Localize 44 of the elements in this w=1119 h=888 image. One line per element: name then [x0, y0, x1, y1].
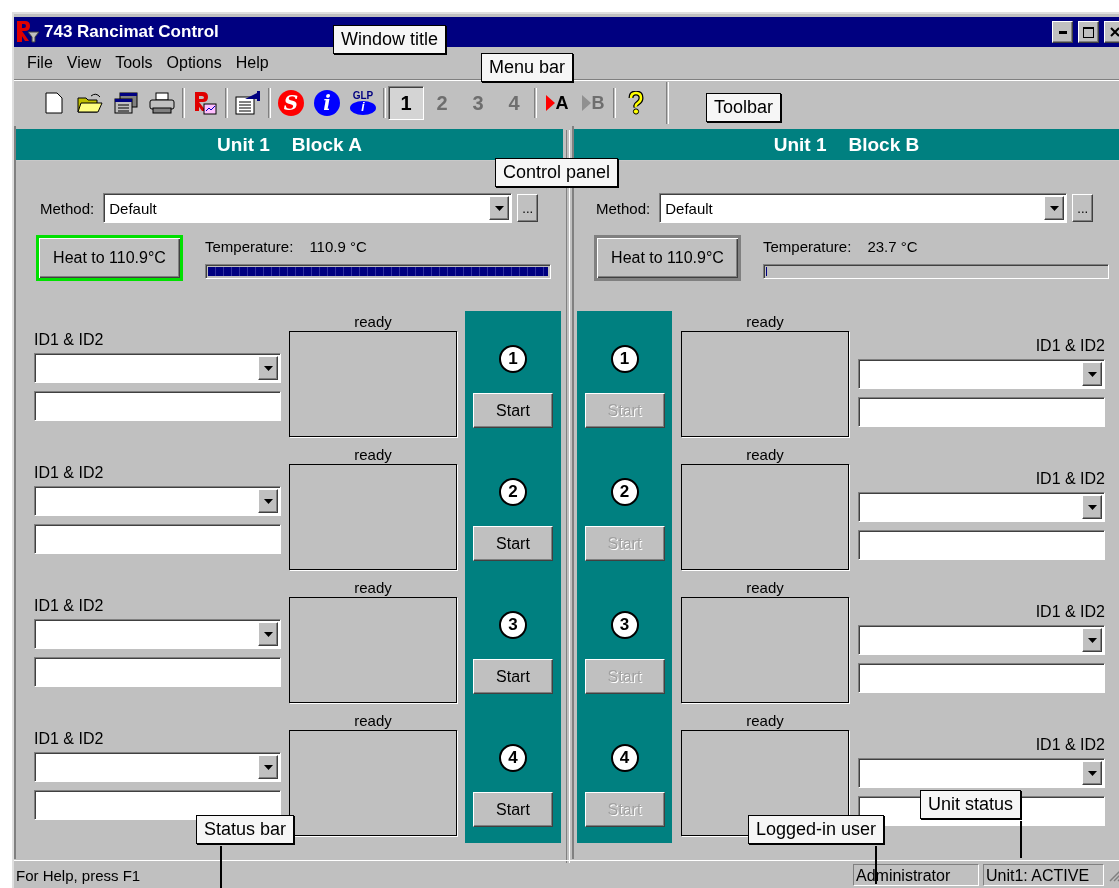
position-number: 2: [499, 478, 527, 506]
id-label: ID1 & ID2: [1035, 603, 1105, 622]
id-label: ID1 & ID2: [34, 730, 104, 749]
position-number: 3: [499, 611, 527, 639]
callout-tooltip: Unit status: [920, 790, 1022, 819]
position-number: 3: [610, 611, 639, 639]
position-number: 1: [610, 345, 639, 373]
id-label: ID1 & ID2: [34, 464, 104, 483]
block-label: Block A: [291, 133, 362, 156]
temperature-label: Temperature:: [205, 238, 294, 257]
callout-tooltip: Logged-in user: [748, 815, 885, 844]
temperature-value: 110.9 °C: [309, 238, 367, 257]
id-label: ID1 & ID2: [34, 597, 104, 616]
unit-label: Unit 1: [773, 133, 827, 156]
position-status: ready: [746, 313, 784, 331]
position-number: 4: [610, 744, 639, 772]
window-title: 743 Rancimat Control: [44, 22, 219, 42]
block-label: Block B: [848, 133, 920, 156]
unit-status-pane: Unit1: ACTIVE: [983, 864, 1104, 886]
temperature-label: Temperature:: [763, 238, 852, 257]
unit-label: Unit 1: [217, 133, 270, 156]
callout-tooltip: Toolbar: [706, 93, 782, 122]
method-label: Method:: [40, 199, 95, 217]
method-label: Method:: [596, 199, 651, 217]
position-status: ready: [354, 579, 392, 597]
callout-tooltip: Status bar: [196, 815, 295, 844]
status-help-text: For Help, press F1: [15, 866, 142, 884]
position-number: 1: [499, 345, 527, 373]
position-status: ready: [354, 712, 392, 730]
position-status: ready: [354, 313, 392, 331]
id-label: ID1 & ID2: [1035, 337, 1105, 356]
position-status: ready: [746, 712, 784, 730]
callout-tooltip: Window title: [333, 25, 447, 54]
position-status: ready: [354, 446, 392, 464]
id-label: ID1 & ID2: [34, 331, 104, 350]
id-label: ID1 & ID2: [1035, 470, 1105, 489]
position-status: ready: [746, 579, 784, 597]
temperature-value: 23.7 °C: [867, 238, 918, 257]
callout-tooltip: Menu bar: [481, 53, 574, 82]
position-number: 4: [499, 744, 527, 772]
callout-tooltip: Control panel: [495, 158, 619, 187]
position-status: ready: [746, 446, 784, 464]
id-label: ID1 & ID2: [1035, 736, 1105, 755]
position-number: 2: [610, 478, 639, 506]
